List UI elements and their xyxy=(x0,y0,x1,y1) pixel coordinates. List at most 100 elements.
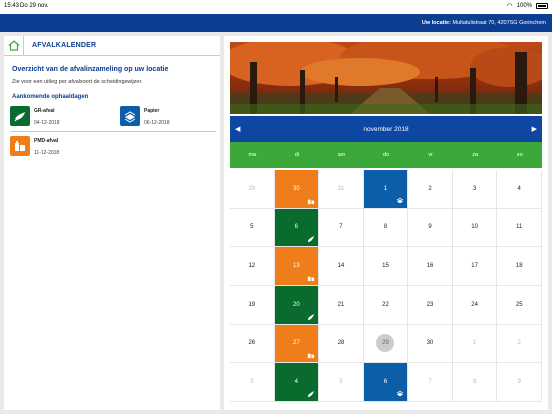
calendar-day[interactable]: 24 xyxy=(452,286,498,325)
paper-icon xyxy=(396,390,404,397)
day-number: 6 xyxy=(383,379,388,386)
calendar-day[interactable]: 5 xyxy=(319,363,364,402)
home-icon xyxy=(8,40,19,51)
calendar-day[interactable]: 31 xyxy=(319,170,364,209)
paper-icon xyxy=(120,106,140,126)
pickup-date: 06-12-2018 xyxy=(144,120,170,126)
calendar-day[interactable]: 4 xyxy=(274,363,320,402)
day-number: 8 xyxy=(383,224,388,231)
calendar-day[interactable]: 14 xyxy=(319,247,364,286)
pickup-date: 04-12-2018 xyxy=(34,120,60,126)
calendar-day[interactable]: 21 xyxy=(319,286,364,325)
weekday-label: vr xyxy=(428,152,433,158)
calendar-day[interactable]: 30 xyxy=(408,324,453,364)
day-number: 3 xyxy=(250,379,254,386)
calendar-day[interactable]: 2 xyxy=(408,170,453,209)
upcoming-heading: Aankomende ophaaldagen xyxy=(12,94,89,100)
location-label: Uw locatie: xyxy=(421,20,451,26)
calendar-day[interactable]: 29 xyxy=(230,170,275,209)
status-date: Do 29 nov. xyxy=(20,3,49,9)
calendar-panel: ◀ november 2018 ▶ ma di wo do vr za zo 2… xyxy=(224,36,548,410)
calendar-grid: 29 30 31 1 2 3 4 5 6 7 8 9 10 11 12 13 14 15 16 17 18 19 20 21 2… xyxy=(230,170,542,402)
calendar-day[interactable]: 8 xyxy=(452,363,498,402)
calendar-day[interactable]: 1 xyxy=(452,324,498,364)
day-number: 10 xyxy=(471,224,478,231)
day-number: 24 xyxy=(471,301,478,308)
day-number: 19 xyxy=(248,301,256,308)
day-number: 8 xyxy=(472,379,477,386)
calendar-day[interactable]: 22 xyxy=(363,286,409,325)
day-number: 7 xyxy=(428,379,432,386)
month-title: november 2018 xyxy=(363,126,409,133)
pickup-name: PMD-afval xyxy=(34,138,59,144)
calendar-day[interactable]: 6 xyxy=(363,363,409,402)
pickup-item-papier[interactable]: Papier 06-12-2018 xyxy=(120,106,170,126)
calendar-day[interactable]: 13 xyxy=(274,247,320,286)
pickup-item-gft[interactable]: GR-afval 04-12-2018 xyxy=(10,106,60,126)
calendar-day[interactable]: 27 xyxy=(274,324,320,364)
calendar-day[interactable]: 2 xyxy=(497,324,542,364)
calendar-day[interactable]: 7 xyxy=(319,208,364,248)
calendar-day[interactable]: 30 xyxy=(274,170,320,209)
calendar-day[interactable]: 1 xyxy=(363,170,409,209)
overview-heading: Overzicht van de afvalinzameling op uw l… xyxy=(12,66,169,73)
calendar-day[interactable]: 6 xyxy=(274,208,320,248)
calendar-day[interactable]: 29 xyxy=(363,324,409,364)
calendar-day[interactable]: 16 xyxy=(408,247,453,286)
calendar-day[interactable]: 9 xyxy=(497,363,542,402)
next-month-button[interactable]: ▶ xyxy=(532,125,537,133)
day-number: 1 xyxy=(383,185,388,192)
day-number: 4 xyxy=(294,379,299,386)
battery-icon xyxy=(536,3,548,9)
status-bar: 15:43 Do 29 nov. ◠ 100% xyxy=(0,0,552,14)
calendar-day[interactable]: 26 xyxy=(230,324,275,364)
day-number: 30 xyxy=(293,185,300,192)
weekday-label: wo xyxy=(337,152,345,158)
calendar-day[interactable]: 18 xyxy=(497,247,542,286)
status-time: 15:43 xyxy=(4,3,20,9)
weekday-label: ma xyxy=(248,152,257,158)
weekday-label: do xyxy=(382,152,390,158)
calendar-day[interactable]: 7 xyxy=(408,363,453,402)
day-number: 21 xyxy=(337,301,345,308)
day-number: 9 xyxy=(428,224,432,231)
day-number: 16 xyxy=(426,263,434,270)
weekday-label: za xyxy=(472,152,479,158)
overview-intro: Zie voor een uitleg per afvalsoort de sc… xyxy=(12,79,143,85)
calendar-day[interactable]: 5 xyxy=(230,208,275,248)
weekday-label: zo xyxy=(516,152,523,158)
calendar-day[interactable]: 4 xyxy=(497,170,542,209)
calendar-day[interactable]: 12 xyxy=(230,247,275,286)
calendar-day[interactable]: 25 xyxy=(497,286,542,325)
pickup-date: 11-12-2018 xyxy=(34,150,60,156)
day-number: 9 xyxy=(517,379,521,386)
day-number: 23 xyxy=(426,301,434,308)
home-button[interactable] xyxy=(4,35,24,56)
day-number: 12 xyxy=(248,263,256,270)
day-number: 17 xyxy=(471,263,478,270)
day-number: 1 xyxy=(472,340,477,347)
weekday-label: di xyxy=(294,152,299,158)
day-number: 11 xyxy=(516,224,523,231)
calendar-day[interactable]: 10 xyxy=(452,208,498,248)
calendar-day[interactable]: 8 xyxy=(363,208,409,248)
day-number: 14 xyxy=(337,263,345,270)
calendar-day[interactable]: 3 xyxy=(230,363,275,402)
gft-icon xyxy=(308,313,315,320)
calendar-day[interactable]: 11 xyxy=(497,208,542,248)
paper-icon xyxy=(396,197,404,203)
calendar-day[interactable]: 17 xyxy=(452,247,498,286)
calendar-day[interactable]: 23 xyxy=(408,286,453,325)
calendar-day[interactable]: 19 xyxy=(230,286,275,325)
location-value: Multatulistraat 70, 4207SG Gorinchem xyxy=(452,20,546,26)
calendar-day[interactable]: 3 xyxy=(452,170,498,209)
day-number: 3 xyxy=(472,185,477,192)
day-number: 29 xyxy=(248,185,256,192)
calendar-day[interactable]: 20 xyxy=(274,286,320,325)
calendar-day[interactable]: 28 xyxy=(319,324,364,364)
pickup-item-pmd[interactable]: PMD-afval 11-12-2018 xyxy=(10,136,59,156)
month-navigation: ◀ november 2018 ▶ xyxy=(230,116,542,142)
calendar-day[interactable]: 9 xyxy=(408,208,453,248)
calendar-day[interactable]: 15 xyxy=(363,247,409,286)
weekday-header: ma di wo do vr za zo xyxy=(230,142,542,168)
